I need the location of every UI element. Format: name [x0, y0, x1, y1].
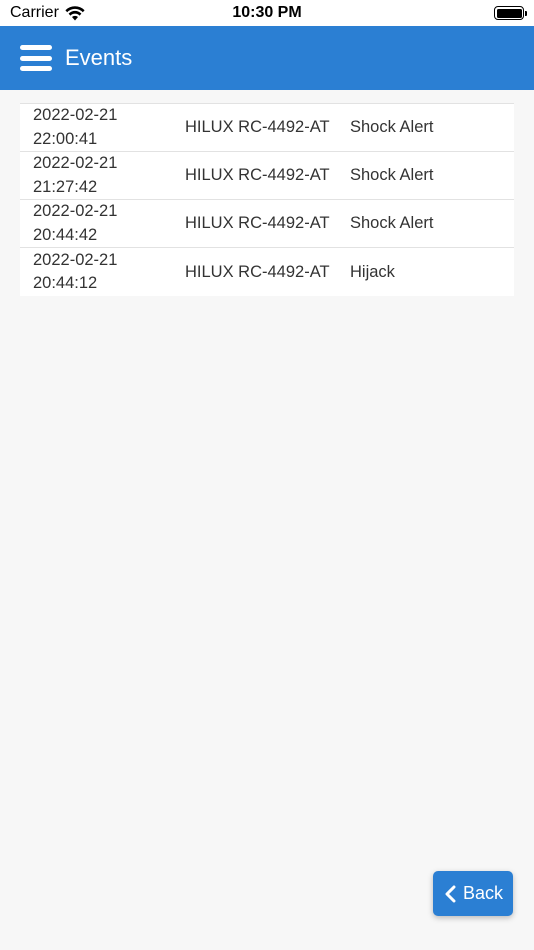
hamburger-bar [20, 55, 52, 61]
events-table: 2022-02-21 22:00:41 HILUX RC-4492-AT Sho… [20, 103, 514, 296]
page-title: Events [65, 45, 133, 70]
event-type: Shock Alert [350, 166, 434, 184]
event-datetime: 2022-02-21 21:27:42 [20, 152, 185, 199]
battery-icon [494, 6, 527, 20]
carrier-label: Carrier [10, 4, 59, 21]
table-row[interactable]: 2022-02-21 20:44:12 HILUX RC-4492-AT Hij… [20, 248, 514, 296]
hamburger-icon[interactable] [20, 45, 52, 71]
event-date: 2022-02-21 [33, 154, 118, 172]
event-time: 20:44:42 [33, 225, 98, 244]
event-type: Shock Alert [350, 118, 434, 136]
event-datetime: 2022-02-21 20:44:42 [20, 200, 185, 247]
hamburger-bar [20, 66, 52, 71]
table-row[interactable]: 2022-02-21 20:44:42 HILUX RC-4492-AT Sho… [20, 200, 514, 248]
event-date: 2022-02-21 [33, 202, 118, 220]
app-header: Events [0, 26, 534, 90]
table-row[interactable]: 2022-02-21 21:27:42 HILUX RC-4492-AT Sho… [20, 152, 514, 200]
event-vehicle: HILUX RC-4492-AT [185, 214, 330, 232]
status-left: Carrier [10, 4, 85, 22]
event-date: 2022-02-21 [33, 250, 118, 269]
table-row[interactable]: 2022-02-21 22:00:41 HILUX RC-4492-AT Sho… [20, 104, 514, 152]
event-datetime: 2022-02-21 22:00:41 [20, 104, 185, 151]
hamburger-bar [20, 45, 52, 50]
event-type: Hijack [350, 262, 395, 281]
event-time: 21:27:42 [33, 177, 98, 196]
event-time: 20:44:12 [33, 274, 98, 292]
event-time: 22:00:41 [33, 129, 98, 148]
event-vehicle: HILUX RC-4492-AT [185, 118, 330, 136]
back-button-label: Back [462, 883, 504, 903]
event-type: Shock Alert [350, 214, 434, 232]
event-date: 2022-02-21 [33, 106, 118, 124]
status-bar: Carrier 10:30 PM [0, 0, 534, 26]
chevron-left-icon [445, 885, 456, 902]
back-button[interactable]: Back [433, 871, 513, 916]
wifi-icon [65, 5, 85, 20]
battery-fill [496, 8, 522, 18]
event-vehicle: HILUX RC-4492-AT [185, 166, 330, 184]
event-datetime: 2022-02-21 20:44:12 [20, 249, 185, 296]
event-vehicle: HILUX RC-4492-AT [185, 262, 330, 281]
